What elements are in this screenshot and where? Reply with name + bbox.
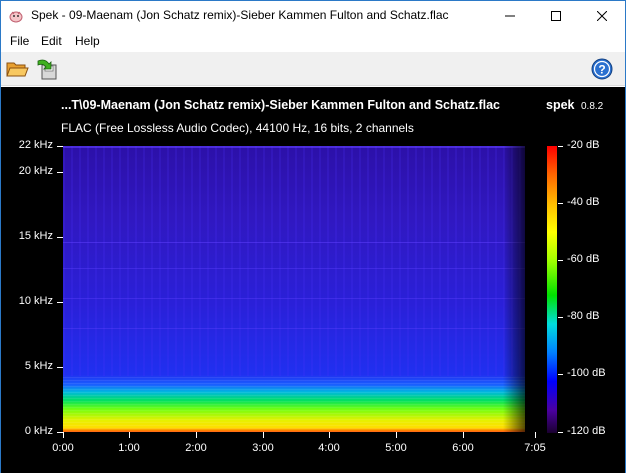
svg-text:?: ? bbox=[598, 63, 605, 77]
y-tick-label: 0 kHz bbox=[24, 425, 53, 437]
cb-tick bbox=[558, 374, 563, 375]
cb-tick bbox=[558, 146, 563, 147]
open-button[interactable] bbox=[5, 57, 29, 81]
open-folder-icon bbox=[6, 62, 29, 77]
title-bar[interactable]: Spek - 09-Maenam (Jon Schatz remix)-Sieb… bbox=[1, 1, 625, 31]
maximize-button[interactable] bbox=[533, 1, 579, 31]
cb-tick bbox=[558, 317, 563, 318]
cb-tick bbox=[558, 260, 563, 261]
x-tick bbox=[329, 432, 330, 438]
x-tick bbox=[463, 432, 464, 438]
spek-window: Spek - 09-Maenam (Jon Schatz remix)-Sieb… bbox=[0, 0, 626, 473]
y-tick bbox=[57, 146, 63, 147]
menu-file[interactable]: File bbox=[10, 34, 29, 48]
y-tick bbox=[57, 172, 63, 173]
maximize-icon bbox=[551, 11, 561, 21]
y-tick-label: 15 kHz bbox=[18, 230, 53, 242]
y-tick bbox=[57, 302, 63, 303]
x-tick bbox=[396, 432, 397, 438]
spectrogram-canvas: ...T\09-Maenam (Jon Schatz remix)-Sieber… bbox=[1, 87, 625, 473]
y-tick bbox=[57, 367, 63, 368]
x-tick-label: 2:00 bbox=[185, 442, 207, 454]
minimize-icon bbox=[505, 15, 515, 17]
menu-help[interactable]: Help bbox=[75, 34, 100, 48]
db-colorbar bbox=[547, 146, 557, 433]
close-icon bbox=[597, 11, 607, 21]
spectrogram-image bbox=[63, 146, 536, 432]
y-tick-label: 10 kHz bbox=[18, 295, 53, 307]
db-label: -20 dB bbox=[567, 139, 600, 151]
y-tick-label: 5 kHz bbox=[24, 360, 53, 372]
spek-version: 0.8.2 bbox=[581, 101, 604, 112]
close-button[interactable] bbox=[579, 1, 625, 31]
db-label: -60 dB bbox=[567, 253, 600, 265]
window-title: Spek - 09-Maenam (Jon Schatz remix)-Sieb… bbox=[31, 8, 449, 22]
x-tick-label: 7:05 bbox=[524, 442, 546, 454]
spek-brand: spek bbox=[546, 98, 575, 112]
file-info: FLAC (Free Lossless Audio Codec), 44100 … bbox=[61, 121, 414, 135]
db-label: -100 dB bbox=[567, 367, 606, 379]
menu-edit[interactable]: Edit bbox=[41, 34, 62, 48]
x-tick-label: 3:00 bbox=[252, 442, 274, 454]
toolbar: ? bbox=[1, 52, 625, 86]
x-tick bbox=[63, 432, 64, 438]
x-tick-label: 0:00 bbox=[52, 442, 74, 454]
help-icon: ? bbox=[591, 58, 613, 80]
y-tick-label: 20 kHz bbox=[18, 165, 53, 177]
minimize-button[interactable] bbox=[487, 1, 533, 31]
y-tick bbox=[57, 237, 63, 238]
db-label: -80 dB bbox=[567, 310, 600, 322]
y-tick-label: 22 kHz bbox=[18, 139, 53, 151]
cb-tick bbox=[558, 203, 563, 204]
x-tick bbox=[196, 432, 197, 438]
save-icon bbox=[37, 59, 57, 80]
x-tick bbox=[129, 432, 130, 438]
spek-app-icon bbox=[9, 11, 23, 23]
x-tick bbox=[535, 432, 536, 438]
menu-bar: File Edit Help bbox=[1, 31, 625, 51]
file-title: ...T\09-Maenam (Jon Schatz remix)-Sieber… bbox=[61, 98, 500, 112]
cb-tick bbox=[558, 432, 563, 433]
x-tick-label: 5:00 bbox=[385, 442, 407, 454]
x-tick-label: 4:00 bbox=[318, 442, 340, 454]
db-label: -40 dB bbox=[567, 196, 600, 208]
x-tick bbox=[263, 432, 264, 438]
help-button[interactable]: ? bbox=[590, 57, 614, 81]
save-button[interactable] bbox=[35, 57, 59, 81]
spectrogram-plot bbox=[63, 146, 536, 432]
x-tick-label: 6:00 bbox=[452, 442, 474, 454]
db-label: -120 dB bbox=[567, 425, 606, 437]
x-tick-label: 1:00 bbox=[118, 442, 140, 454]
